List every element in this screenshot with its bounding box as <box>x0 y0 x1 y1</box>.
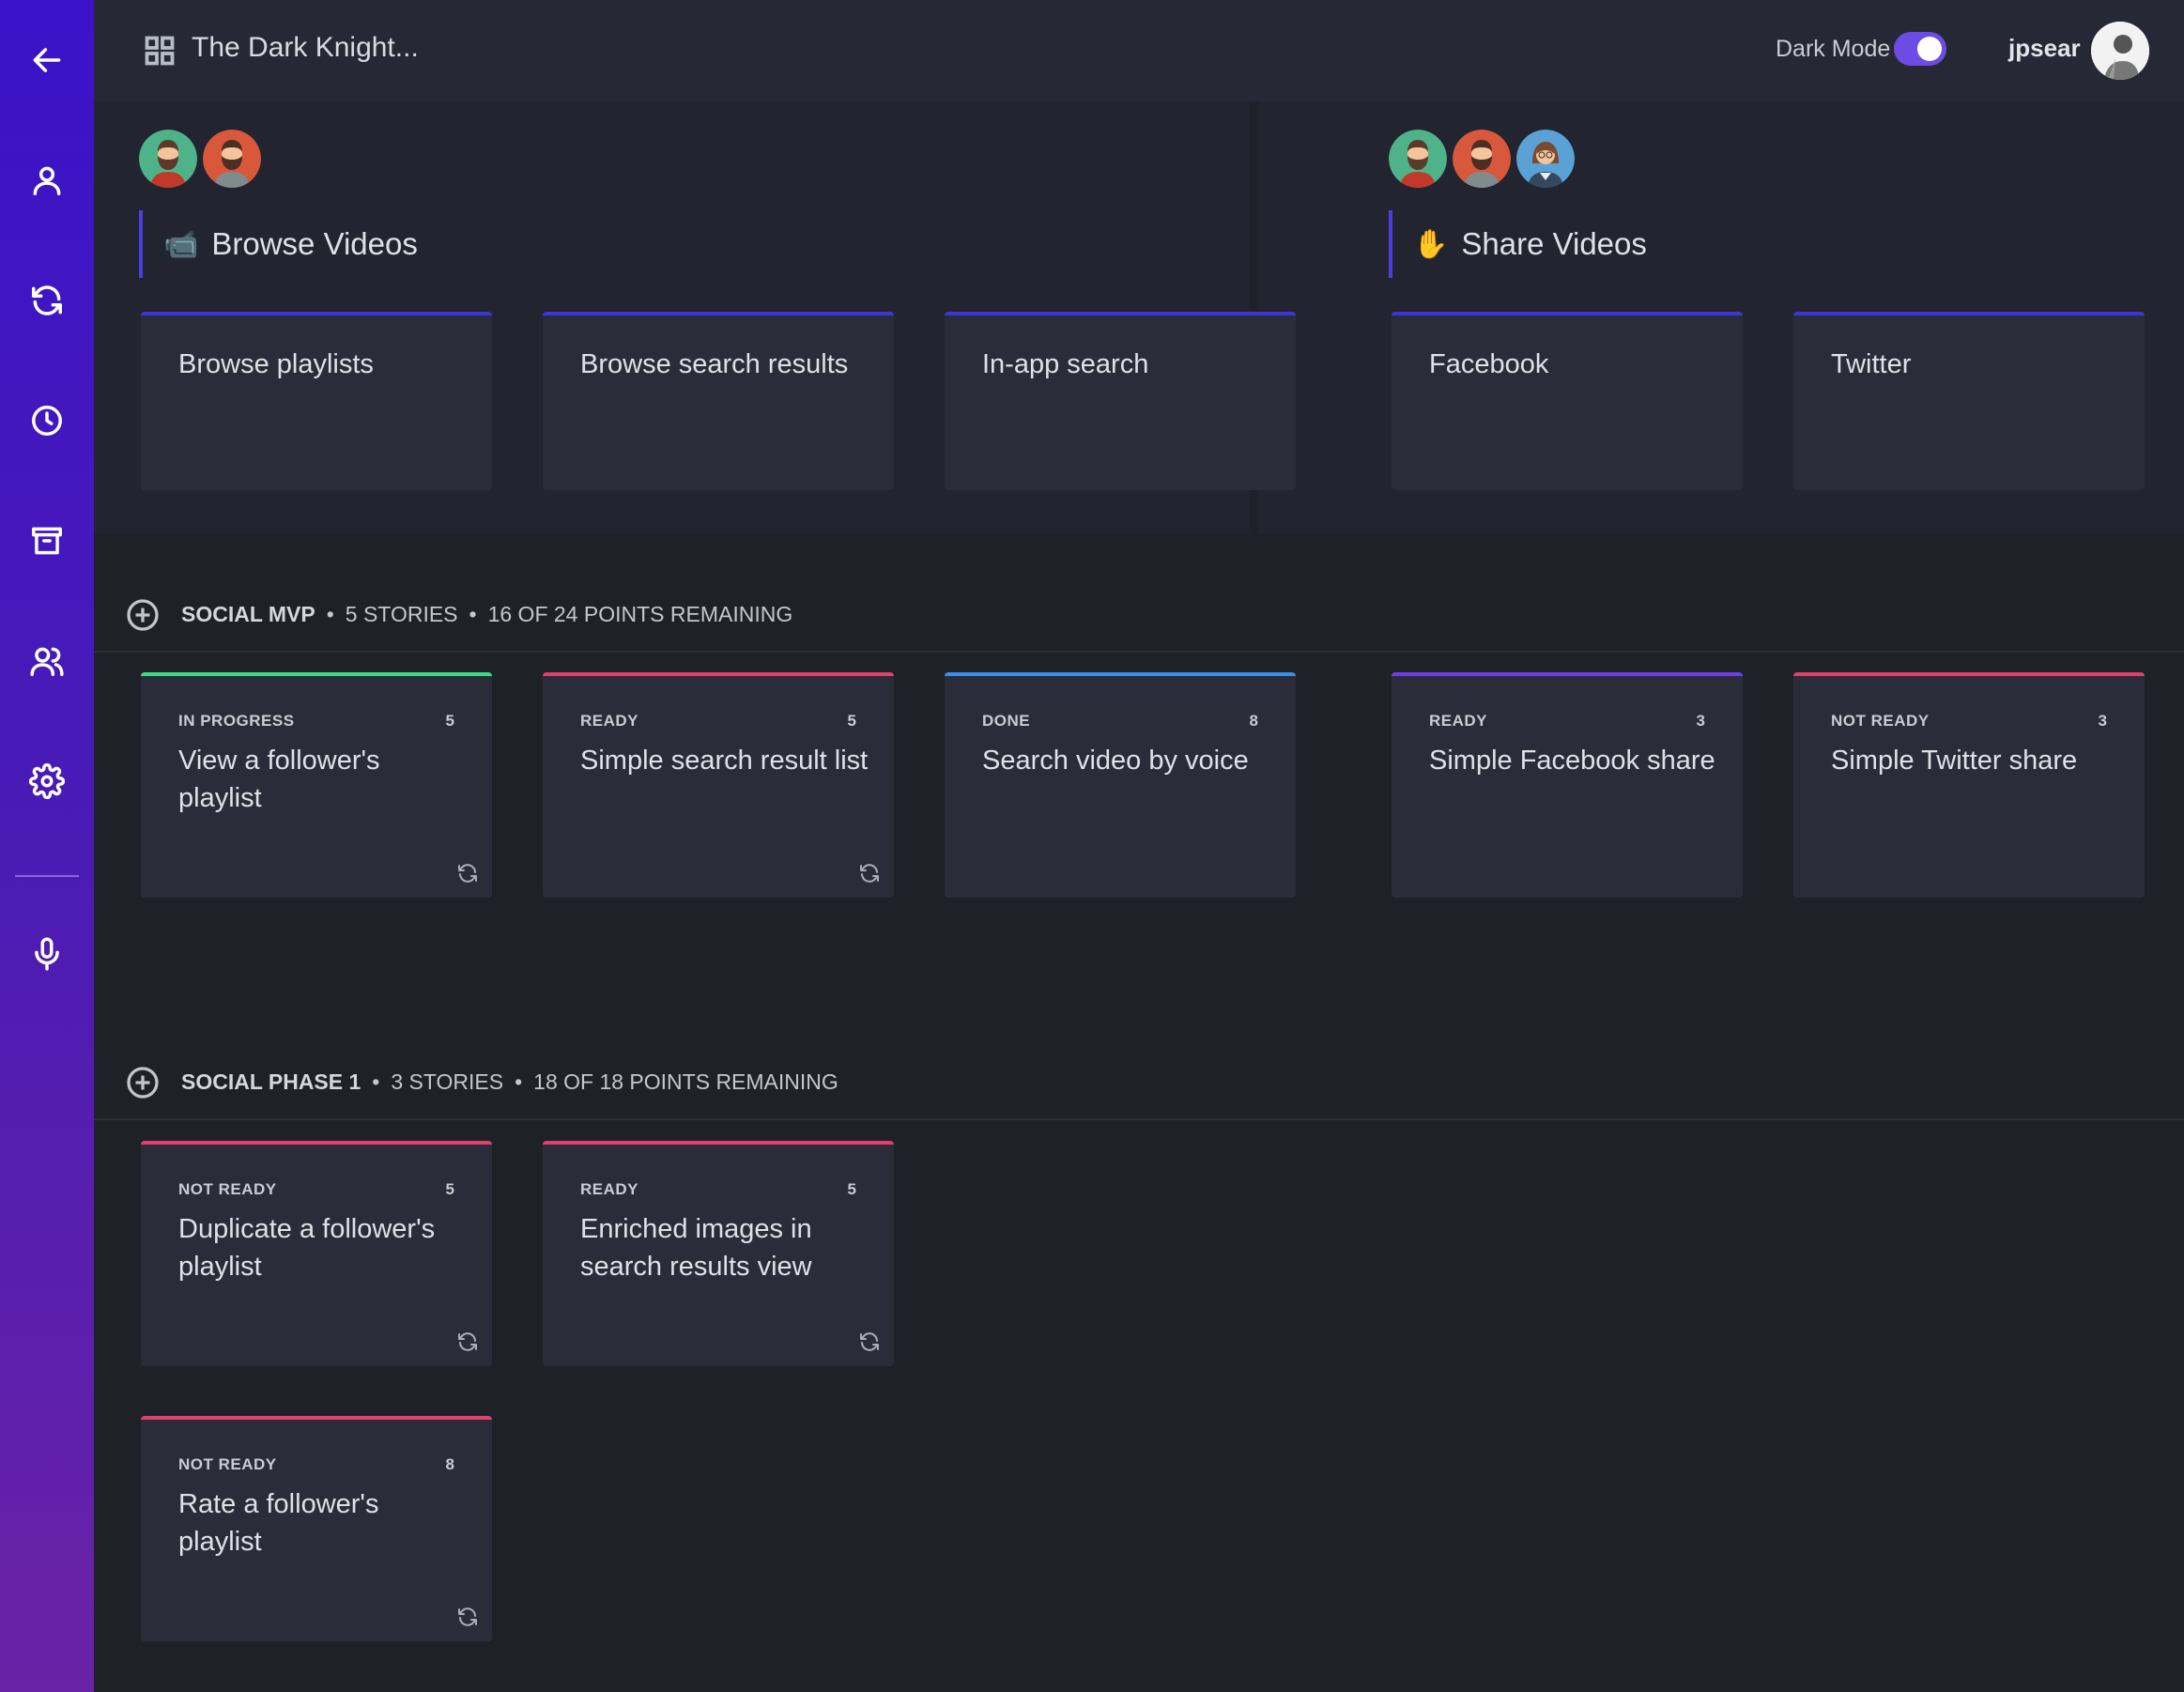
release-header: SOCIAL MVP • 5 STORIES • 16 OF 24 POINTS REM… <box>94 577 2184 653</box>
story-title: Duplicate a follower's playlist <box>178 1214 436 1282</box>
sidebar-item-settings[interactable] <box>19 753 75 809</box>
sync-icon <box>858 1331 881 1353</box>
sidebar-item-team[interactable] <box>19 633 75 689</box>
story-points: 5 <box>445 712 454 730</box>
plus-circle-icon <box>127 1067 159 1099</box>
story-card[interactable]: DONE 8 Search video by voice <box>945 672 1296 898</box>
story-title: Enriched images in search results view <box>580 1214 812 1282</box>
story-title: Search video by voice <box>982 746 1249 776</box>
story-title: Simple Twitter share <box>1831 746 2078 776</box>
story-card[interactable]: IN PROGRESS 5 View a follower's playlist <box>141 672 492 898</box>
story-card[interactable]: NOT READY 8 Rate a follower's playlist <box>141 1416 492 1641</box>
story-status: READY <box>580 1180 639 1198</box>
story-card[interactable]: READY 5 Simple search result list <box>543 672 894 898</box>
feature-title: Browse playlists <box>178 349 374 379</box>
raised-hand-icon: ✋ <box>1413 228 1449 260</box>
story-status: DONE <box>982 712 1031 730</box>
dark-mode-label: Dark Mode <box>1776 36 1891 62</box>
story-title: Rate a follower's playlist <box>178 1489 379 1557</box>
feature-card[interactable]: Facebook <box>1392 312 1743 490</box>
release-points: 18 OF 18 POINTS REMAINING <box>533 1069 838 1094</box>
story-status: READY <box>580 712 639 730</box>
story-points: 5 <box>847 1180 856 1198</box>
top-bar: The Dark Knight... Dark Mode jpsear <box>94 0 2184 101</box>
feature-card[interactable]: Browse playlists <box>141 312 492 490</box>
bearded-man-avatar <box>203 130 261 188</box>
dark-mode-toggle[interactable] <box>1894 32 1946 66</box>
username[interactable]: jpsear <box>2008 34 2081 63</box>
epic-title: Share Videos <box>1461 226 1647 261</box>
story-status: NOT READY <box>178 1455 277 1473</box>
feature-title: Facebook <box>1429 349 1549 379</box>
release-name[interactable]: SOCIAL MVP <box>181 602 315 626</box>
feature-card[interactable]: Twitter <box>1793 312 2145 490</box>
bearded-man-avatar <box>1389 130 1447 188</box>
board-grid-icon[interactable] <box>143 34 177 68</box>
gear-icon <box>29 763 65 799</box>
bearded-man-avatar <box>139 130 197 188</box>
story-status: NOT READY <box>178 1180 277 1198</box>
story-status: IN PROGRESS <box>178 712 295 730</box>
story-title: Simple Facebook share <box>1429 746 1715 776</box>
back-button[interactable] <box>19 32 75 88</box>
add-story-button[interactable] <box>126 1066 160 1100</box>
story-title: View a follower's playlist <box>178 746 380 813</box>
sidebar-divider <box>15 875 79 877</box>
feature-title: Twitter <box>1831 349 1912 379</box>
video-camera-icon: 📹 <box>163 228 199 260</box>
story-card[interactable]: NOT READY 5 Duplicate a follower's playl… <box>141 1141 492 1366</box>
plus-circle-icon <box>127 599 159 631</box>
team-icon <box>30 647 64 676</box>
story-points: 8 <box>1249 712 1258 730</box>
release-summary: SOCIAL MVP • 5 STORIES • 16 OF 24 POINTS REM… <box>181 602 793 626</box>
sidebar-item-voice[interactable] <box>19 926 75 982</box>
board-title[interactable]: The Dark Knight... <box>192 32 419 64</box>
sidebar-item-profile[interactable] <box>19 152 75 208</box>
sidebar-item-history[interactable] <box>19 392 75 449</box>
epic-title-share-videos[interactable]: ✋ Share Videos <box>1389 210 1647 278</box>
archive-icon <box>32 527 62 555</box>
user-icon <box>33 166 61 195</box>
release-stories-count: 5 STORIES <box>345 602 458 626</box>
back-arrow-icon <box>33 48 61 72</box>
sync-icon <box>456 862 479 884</box>
sidebar-item-sync[interactable] <box>19 272 75 329</box>
story-card[interactable]: READY 5 Enriched images in search result… <box>543 1141 894 1366</box>
microphone-icon <box>35 937 59 971</box>
sync-icon <box>456 1606 479 1628</box>
story-card[interactable]: READY 3 Simple Facebook share <box>1392 672 1743 898</box>
add-story-button[interactable] <box>126 598 160 632</box>
story-points: 8 <box>445 1455 454 1473</box>
bearded-man-avatar <box>1453 130 1511 188</box>
sync-icon <box>32 285 62 315</box>
release-points: 16 OF 24 POINTS REMAINING <box>487 602 793 626</box>
release-stories-count: 3 STORIES <box>391 1069 504 1094</box>
story-points: 3 <box>2098 712 2107 730</box>
toggle-knob <box>1917 37 1942 61</box>
epic-title-browse-videos[interactable]: 📹 Browse Videos <box>139 210 418 278</box>
clock-icon <box>32 406 62 436</box>
feature-title: Browse search results <box>580 349 849 379</box>
sync-icon <box>858 862 881 884</box>
release-header: SOCIAL PHASE 1 • 3 STORIES • 18 OF 18 POINTS… <box>94 1045 2184 1120</box>
release-summary: SOCIAL PHASE 1 • 3 STORIES • 18 OF 18 POINTS… <box>181 1069 838 1094</box>
epic-title: Browse Videos <box>211 226 418 261</box>
story-card[interactable]: NOT READY 3 Simple Twitter share <box>1793 672 2145 898</box>
sidebar-item-archive[interactable] <box>19 513 75 569</box>
story-points: 3 <box>1696 712 1705 730</box>
sync-icon <box>456 1331 479 1353</box>
user-avatar[interactable] <box>2091 22 2149 80</box>
feature-title: In-app search <box>982 349 1149 379</box>
release-name[interactable]: SOCIAL PHASE 1 <box>181 1069 361 1094</box>
story-title: Simple search result list <box>580 746 869 776</box>
feature-card[interactable]: In-app search <box>945 312 1296 490</box>
story-status: READY <box>1429 712 1488 730</box>
story-status: NOT READY <box>1831 712 1930 730</box>
story-points: 5 <box>847 712 856 730</box>
story-points: 5 <box>445 1180 454 1198</box>
sidebar <box>0 0 94 1692</box>
woman-avatar <box>1516 130 1575 188</box>
feature-card[interactable]: Browse search results <box>543 312 894 490</box>
